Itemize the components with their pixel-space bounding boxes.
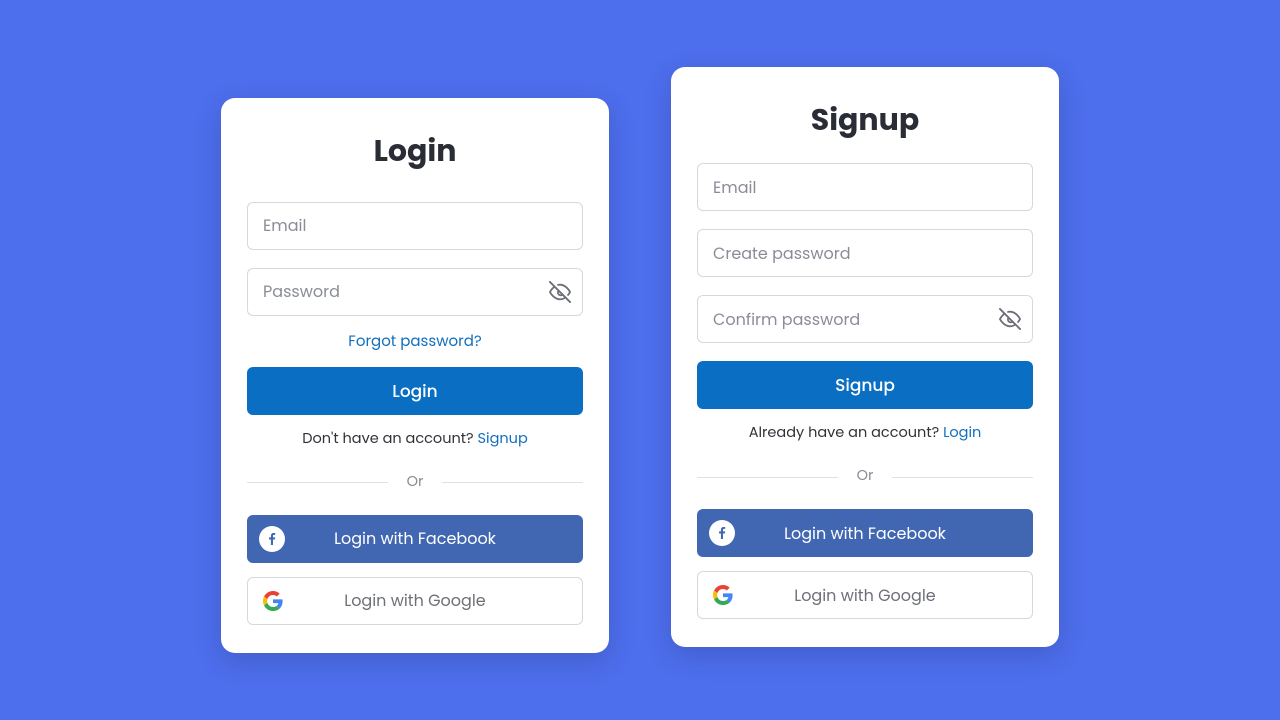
login-button[interactable]: Login [247,367,583,415]
facebook-icon [709,520,735,546]
login-card: Login Forgot password? Login Don't have … [221,98,609,653]
create-password-field-wrap [697,229,1033,277]
signup-email-field-wrap [697,163,1033,211]
eye-off-icon[interactable] [549,281,571,303]
signup-title: Signup [697,97,1033,143]
signup-button[interactable]: Signup [697,361,1033,409]
signup-link[interactable]: Signup [478,429,528,449]
google-label: Login with Google [794,583,935,608]
facebook-icon [259,526,285,552]
password-input[interactable] [247,268,583,316]
facebook-label: Login with Facebook [784,521,946,546]
facebook-label: Login with Facebook [334,526,496,551]
google-icon [710,582,736,608]
login-title: Login [247,128,583,174]
google-icon [260,588,286,614]
switch-to-login: Already have an account? Login [697,423,1033,444]
divider: Or [697,466,1033,487]
facebook-login-button[interactable]: Login with Facebook [247,515,583,563]
eye-off-icon[interactable] [999,308,1021,330]
email-input[interactable] [247,202,583,250]
facebook-signup-button[interactable]: Login with Facebook [697,509,1033,557]
google-login-button[interactable]: Login with Google [247,577,583,625]
login-link[interactable]: Login [943,423,981,443]
signup-card: Signup Signup Already have an account? L… [671,67,1059,647]
confirm-password-field-wrap [697,295,1033,343]
switch-prompt: Don't have an account? [302,429,477,449]
email-field-wrap [247,202,583,250]
forgot-password-link[interactable]: Forgot password? [247,330,583,353]
google-label: Login with Google [344,588,485,613]
google-signup-button[interactable]: Login with Google [697,571,1033,619]
signup-email-input[interactable] [697,163,1033,211]
confirm-password-input[interactable] [697,295,1033,343]
create-password-input[interactable] [697,229,1033,277]
divider: Or [247,472,583,493]
password-field-wrap [247,268,583,316]
switch-prompt: Already have an account? [749,423,943,443]
switch-to-signup: Don't have an account? Signup [247,429,583,450]
